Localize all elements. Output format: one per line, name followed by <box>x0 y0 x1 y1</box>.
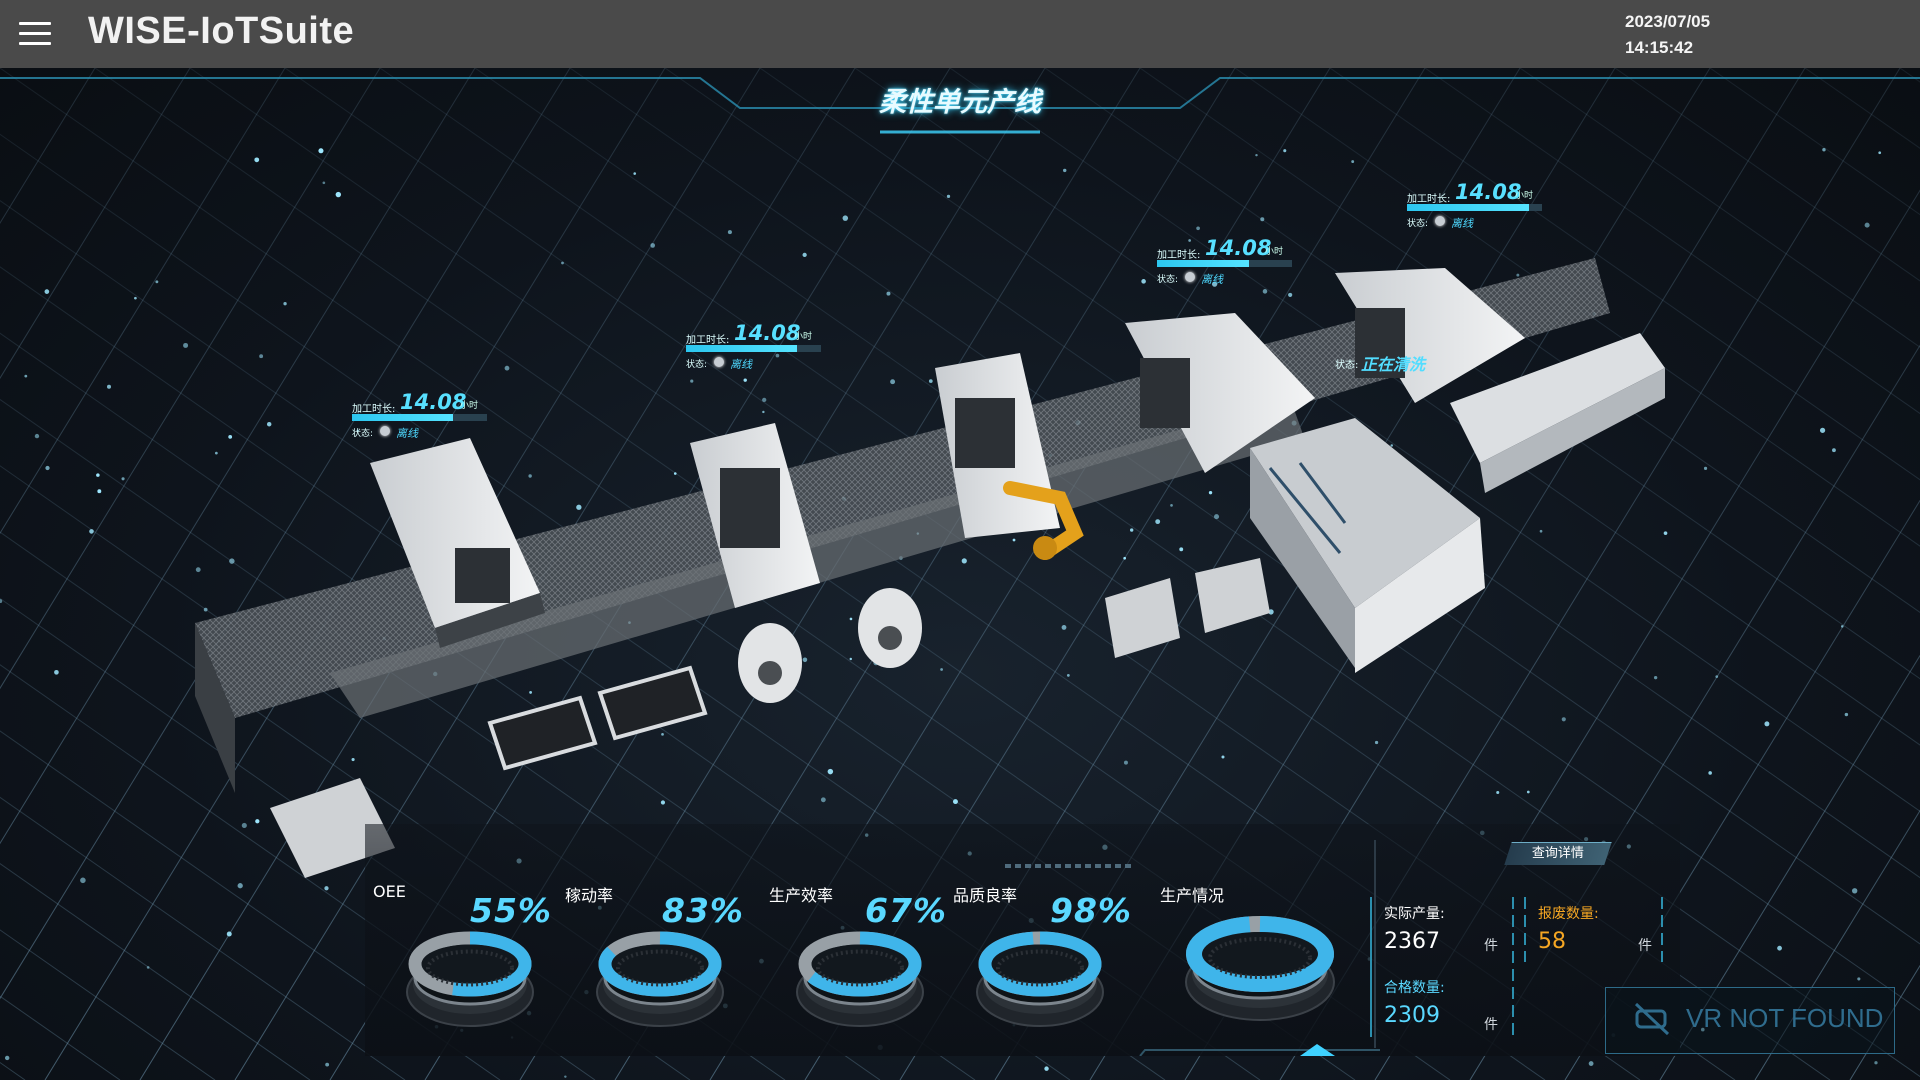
washing-cabinet[interactable] <box>1250 418 1485 673</box>
duration-unit: 小时 <box>794 332 813 342</box>
kpi-oee[interactable]: OEE 55% <box>365 824 565 1056</box>
stat-value: 2309 <box>1384 1003 1440 1028</box>
status-label: 状态: <box>352 429 374 439</box>
stat-scrap: 报废数量: 58 <box>1538 903 1599 954</box>
duration-unit: 小时 <box>460 401 479 411</box>
machine-tag-2[interactable]: 加工时长: 14.08 小时 状态: 离线 <box>684 321 824 377</box>
status-label: 状态: <box>1335 360 1359 371</box>
stat-label: 合格数量: <box>1384 980 1445 996</box>
kpi-label: OEE <box>373 882 406 901</box>
duration-progress-bar <box>686 345 821 352</box>
duration-value: 14.08 <box>734 321 801 345</box>
status-dot-icon <box>714 357 724 367</box>
machine-tag-3[interactable]: 加工时长: 14.08 小时 状态: 离线 <box>1155 236 1295 292</box>
wash-station-tag[interactable]: 状态: 正在清洗 <box>1333 350 1513 374</box>
machine-tag-1[interactable]: 加工时长: 14.08 小时 状态: 离线 <box>350 390 490 446</box>
kpi-donut <box>796 931 924 1027</box>
machine-tag-4[interactable]: 加工时长: 14.08 小时 状态: 离线 <box>1405 180 1545 236</box>
kpi-donut <box>976 931 1104 1027</box>
status-value: 离线 <box>730 358 752 371</box>
vr-status-text: VR NOT FOUND <box>1686 1003 1884 1033</box>
kpi-quality[interactable]: 品质良率 98% <box>950 824 1150 1056</box>
kpi-label: 稼动率 <box>565 886 614 905</box>
status-label: 状态: <box>686 360 708 370</box>
stat-unit: 件 <box>1484 938 1498 954</box>
stat-unit: 件 <box>1484 1017 1498 1033</box>
status-label: 状态: <box>1157 275 1179 285</box>
vr-status-box[interactable]: VR NOT FOUND <box>1605 987 1895 1054</box>
status-value: 离线 <box>396 427 418 440</box>
duration-value: 14.08 <box>400 390 467 414</box>
stat-label: 报废数量: <box>1538 906 1599 922</box>
kpi-donut <box>406 931 534 1027</box>
vr-off-icon <box>1634 1002 1670 1036</box>
top-bar: WISE-IoTSuite 2023/07/05 14:15:42 <box>0 0 1920 68</box>
status-value: 离线 <box>1451 217 1473 230</box>
stat-actual-output: 实际产量: 2367 <box>1384 903 1445 954</box>
production-donut <box>1185 916 1335 1021</box>
duration-progress-bar <box>352 414 487 421</box>
duration-label: 加工时长: <box>1157 250 1201 261</box>
app-title: WISE-IoTSuite <box>88 10 355 52</box>
query-details-button[interactable]: 查询详情 <box>1504 842 1612 865</box>
kpi-utilization[interactable]: 稼动率 83% <box>560 824 760 1056</box>
kpi-donut <box>596 931 724 1027</box>
status-value: 离线 <box>1201 273 1223 286</box>
kpi-label: 生产效率 <box>769 886 834 905</box>
status-label: 状态: <box>1407 219 1429 229</box>
duration-unit: 小时 <box>1515 191 1534 201</box>
stat-qualified: 合格数量: 2309 <box>1384 977 1445 1028</box>
query-details-label: 查询详情 <box>1531 846 1584 861</box>
status-dot-icon <box>1185 272 1195 282</box>
time-text: 14:15:42 <box>1625 38 1694 57</box>
duration-label: 加工时长: <box>1407 194 1451 205</box>
status-dot-icon <box>1435 216 1445 226</box>
scene-title: 柔性单元产线 <box>879 87 1041 118</box>
stat-value: 2367 <box>1384 929 1440 954</box>
stat-value: 58 <box>1538 929 1566 954</box>
duration-value: 14.08 <box>1455 180 1522 204</box>
date-text: 2023/07/05 <box>1625 12 1711 31</box>
production-label: 生产情况 <box>1160 886 1225 905</box>
duration-label: 加工时长: <box>352 404 396 415</box>
status-dot-icon <box>380 426 390 436</box>
duration-progress-bar <box>1407 204 1542 211</box>
duration-progress-bar <box>1157 260 1292 267</box>
kpi-efficiency[interactable]: 生产效率 67% <box>765 824 965 1056</box>
duration-label: 加工时长: <box>686 335 730 346</box>
stat-label: 实际产量: <box>1384 906 1445 922</box>
hamburger-menu-icon[interactable] <box>19 22 51 46</box>
status-value: 正在清洗 <box>1361 355 1426 374</box>
scene-title-frame: 柔性单元产线 <box>700 68 1220 138</box>
kpi-label: 品质良率 <box>953 886 1018 905</box>
duration-unit: 小时 <box>1265 247 1284 257</box>
stat-unit: 件 <box>1638 938 1652 954</box>
duration-value: 14.08 <box>1205 236 1272 260</box>
datetime: 2023/07/05 14:15:42 <box>1625 9 1710 61</box>
